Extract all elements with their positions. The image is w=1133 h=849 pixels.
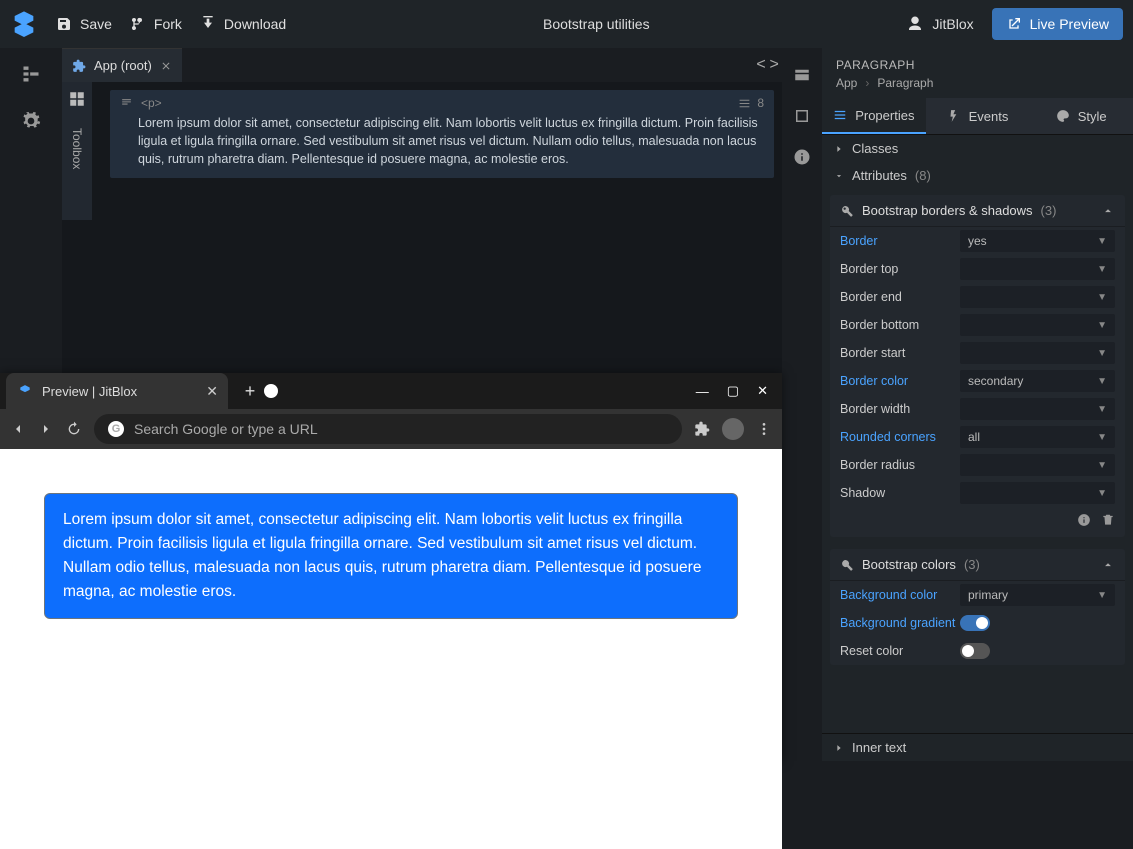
panel-title: PARAGRAPH [822,48,1133,76]
minimize-icon[interactable]: — [696,384,709,399]
group-colors: Bootstrap colors (3) Background colorpri… [830,549,1125,665]
reload-icon[interactable] [66,421,82,437]
user-label[interactable]: JitBlox [906,15,973,33]
code-tag: <p> [141,96,162,110]
new-tab-button[interactable]: + [236,377,264,405]
group-colors-head[interactable]: Bootstrap colors (3) [830,549,1125,581]
field-border[interactable]: yes▼ [960,230,1115,252]
editor-tab-app[interactable]: App (root) [62,48,182,83]
browser-tab[interactable]: Preview | JitBlox ✕ [6,373,228,409]
field-border-bottom[interactable]: ▼ [960,314,1115,336]
paragraph-icon [120,97,133,110]
close-tab-icon[interactable] [160,60,172,72]
project-title: Bootstrap utilities [543,16,650,32]
field-border-top[interactable]: ▼ [960,258,1115,280]
layers-icon[interactable] [793,66,811,87]
breadcrumb: App › Paragraph [822,76,1133,98]
wrench-icon [840,558,854,572]
browser-window: Preview | JitBlox ✕ + — ▢ ✕ G Search Goo… [0,373,782,761]
preview-paragraph: Lorem ipsum dolor sit amet, consectetur … [44,493,738,619]
info-small-icon[interactable] [1077,513,1091,527]
field-border-end[interactable]: ▼ [960,286,1115,308]
back-icon[interactable] [10,421,26,437]
chevron-up-icon [1101,558,1115,572]
tab-properties[interactable]: Properties [822,98,926,134]
wrench-icon [840,204,854,218]
code-toggle-icon[interactable]: < > [756,56,776,74]
maximize-icon[interactable]: ▢ [727,383,739,399]
list-icon [738,97,751,110]
gear-icon[interactable] [21,111,41,134]
section-attributes[interactable]: Attributes (8) [822,162,1133,189]
header: Save Fork Download Bootstrap utilities J… [0,0,1133,48]
save-button[interactable]: Save [56,16,112,32]
close-icon[interactable]: ✕ [206,383,218,400]
forward-icon[interactable] [38,421,54,437]
properties-panel: PARAGRAPH App › Paragraph Properties Eve… [822,48,1133,761]
tab-favicon [18,384,32,398]
group-borders: Bootstrap borders & shadows (3) Borderye… [830,195,1125,537]
fork-button[interactable]: Fork [130,16,182,32]
code-count: 8 [757,96,764,110]
editor-tab-bar: App (root) < > [62,48,782,82]
address-bar[interactable]: G Search Google or type a URL [94,414,682,444]
download-button[interactable]: Download [200,16,286,32]
field-border-color[interactable]: secondary▼ [960,370,1115,392]
close-window-icon[interactable]: ✕ [757,383,768,399]
toolbox-tab[interactable]: Toolbox [62,82,92,220]
breadcrumb-root[interactable]: App [836,76,857,90]
section-classes[interactable]: Classes [822,135,1133,162]
avatar[interactable] [722,418,744,440]
section-inner-text[interactable]: Inner text [822,733,1133,761]
field-shadow[interactable]: ▼ [960,482,1115,504]
live-preview-button[interactable]: Live Preview [992,8,1123,40]
toolbox-label: Toolbox [70,128,84,169]
app-logo [10,9,38,40]
field-bg-color[interactable]: primary▼ [960,584,1115,606]
chevron-up-icon [1101,204,1115,218]
widgets-icon [68,90,86,108]
breadcrumb-current: Paragraph [877,76,933,90]
menu-icon[interactable] [756,421,772,437]
trash-icon[interactable] [1101,513,1115,527]
shield-icon[interactable] [264,384,278,398]
tree-icon[interactable] [21,64,41,87]
field-border-start[interactable]: ▼ [960,342,1115,364]
box-icon[interactable] [793,107,811,128]
code-block[interactable]: <p> 8 Lorem ipsum dolor sit amet, consec… [110,90,774,178]
google-icon: G [108,421,124,437]
info-icon[interactable] [793,148,811,169]
field-rounded[interactable]: all▼ [960,426,1115,448]
toggle-bg-gradient[interactable] [960,615,990,631]
group-borders-head[interactable]: Bootstrap borders & shadows (3) [830,195,1125,227]
extensions-icon[interactable] [694,421,710,437]
tab-style[interactable]: Style [1029,98,1133,134]
field-border-radius[interactable]: ▼ [960,454,1115,476]
tab-events[interactable]: Events [926,98,1030,134]
code-text: Lorem ipsum dolor sit amet, consectetur … [120,114,764,168]
right-rail [782,48,822,761]
toggle-reset-color[interactable] [960,643,990,659]
field-border-width[interactable]: ▼ [960,398,1115,420]
